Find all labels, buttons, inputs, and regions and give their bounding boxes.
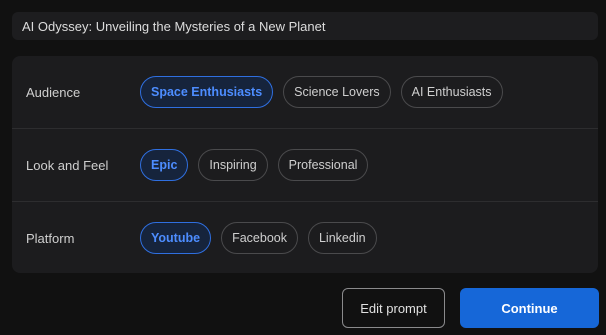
continue-button[interactable]: Continue	[460, 288, 599, 328]
look-and-feel-label: Look and Feel	[26, 157, 109, 173]
platform-option-linkedin[interactable]: Linkedin	[307, 222, 377, 254]
look-option-inspiring[interactable]: Inspiring	[198, 149, 268, 181]
look-option-epic[interactable]: Epic	[140, 149, 189, 181]
audience-option-space-enthusiasts[interactable]: Space Enthusiasts	[140, 76, 274, 108]
look-option-professional[interactable]: Professional	[277, 149, 369, 181]
look-and-feel-options: Epic Inspiring Professional	[140, 149, 369, 181]
platform-option-youtube[interactable]: Youtube	[140, 222, 212, 254]
platform-option-facebook[interactable]: Facebook	[221, 222, 298, 254]
audience-options: Space Enthusiasts Science Lovers AI Enth…	[140, 76, 503, 108]
platform-options: Youtube Facebook Linkedin	[140, 222, 377, 254]
audience-row: Audience Space Enthusiasts Science Lover…	[12, 56, 598, 128]
platform-row: Platform Youtube Facebook Linkedin	[12, 201, 598, 273]
look-and-feel-row: Look and Feel Epic Inspiring Professiona…	[12, 128, 598, 201]
audience-label: Audience	[26, 84, 81, 100]
options-panel: Audience Space Enthusiasts Science Lover…	[12, 56, 598, 273]
project-title: AI Odyssey: Unveiling the Mysteries of a…	[22, 18, 326, 34]
platform-label: Platform	[26, 230, 75, 246]
edit-prompt-button[interactable]: Edit prompt	[342, 288, 445, 328]
project-title-bar: AI Odyssey: Unveiling the Mysteries of a…	[12, 12, 598, 40]
audience-option-ai-enthusiasts[interactable]: AI Enthusiasts	[400, 76, 503, 108]
audience-option-science-lovers[interactable]: Science Lovers	[283, 76, 391, 108]
